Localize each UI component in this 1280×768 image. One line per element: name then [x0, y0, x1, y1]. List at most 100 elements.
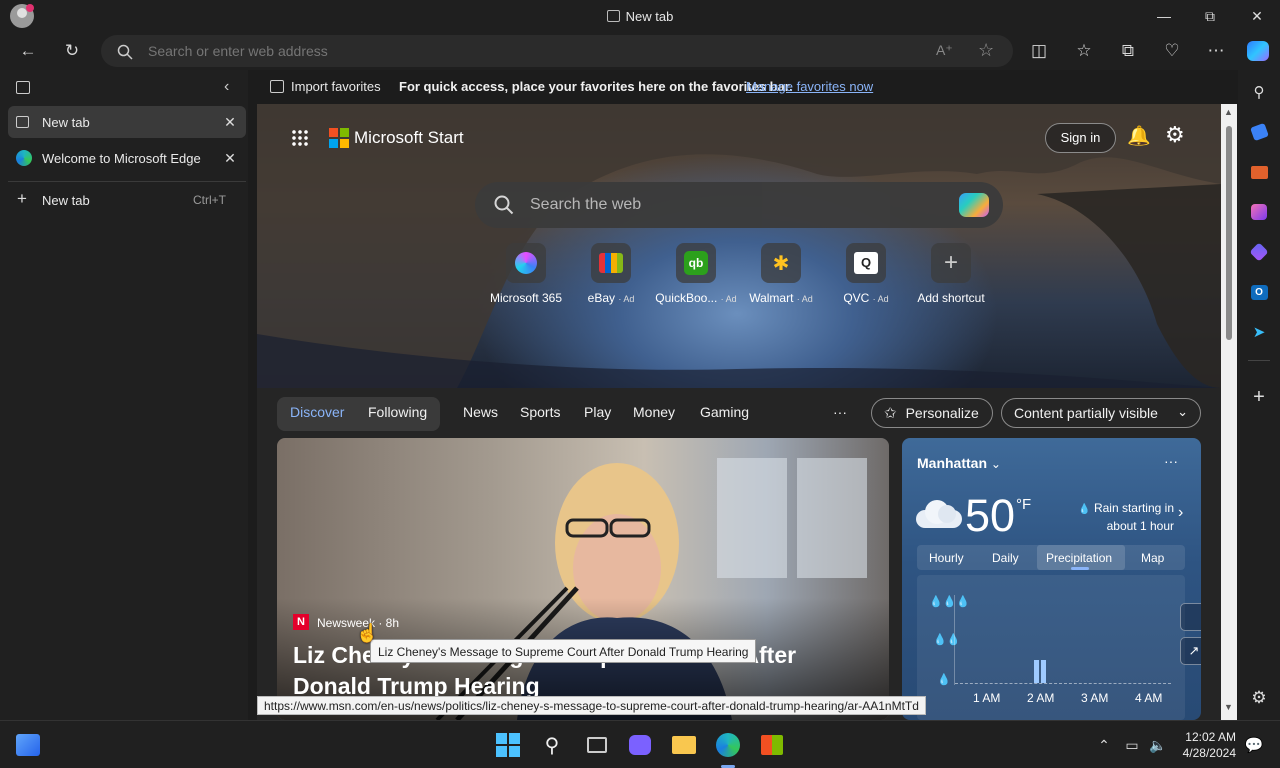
rain-alert[interactable]: 💧 Rain starting in about 1 hour — [1072, 500, 1174, 534]
window-title: New tab — [0, 9, 1280, 24]
apps-launcher-icon[interactable] — [291, 129, 309, 147]
web-search-box[interactable]: Search the web — [475, 182, 1003, 228]
personalize-button[interactable]: ✩ Personalize — [871, 398, 993, 428]
clock-time: 12:02 AM — [1185, 730, 1236, 744]
weather-tab-map[interactable]: Map — [1141, 551, 1164, 565]
page-scrollbar[interactable]: ▲ ▼ — [1221, 104, 1237, 720]
more-tabs-button[interactable]: ··· — [833, 404, 847, 420]
volume-icon[interactable]: 🔈 — [1144, 731, 1172, 759]
add-sidebar-app-icon[interactable]: + — [1247, 385, 1271, 409]
shortcut-ad-tag: · Ad — [618, 294, 635, 304]
shortcut-add[interactable]: + Add shortcut — [901, 243, 1001, 305]
microsoft-store-icon[interactable] — [758, 731, 786, 759]
scroll-up-arrow-icon[interactable]: ▲ — [1224, 107, 1233, 117]
copilot-icon[interactable] — [1244, 37, 1272, 65]
back-arrow-icon[interactable]: ← — [14, 37, 42, 65]
settings-more-icon[interactable]: ⋯ — [1202, 37, 1230, 65]
close-window-button[interactable]: ✕ — [1234, 0, 1280, 32]
refresh-icon[interactable]: ↻ — [58, 37, 86, 65]
weather-card[interactable]: Manhattan ⌄ ··· 50 °F 💧 Rain starting in… — [902, 438, 1201, 720]
network-icon[interactable]: ▭ — [1118, 731, 1146, 759]
collections-icon[interactable]: ⧉ — [1114, 37, 1142, 65]
start-windows-icon[interactable] — [494, 731, 522, 759]
manage-favorites-link[interactable]: Manage favorites now — [746, 79, 873, 94]
notification-center-icon[interactable]: 💬 — [1240, 731, 1268, 759]
import-icon — [270, 80, 284, 93]
feed-navigation: Discover Following News Sports Play Mone… — [257, 388, 1221, 438]
page-settings-gear-icon[interactable]: ⚙ — [1165, 122, 1185, 148]
tab-discover[interactable]: Discover — [290, 404, 344, 420]
tab-sports[interactable]: Sports — [520, 404, 560, 420]
sidebar-search-icon[interactable]: ⚲ — [1247, 80, 1271, 104]
mouse-cursor-hand-icon: ☝ — [356, 623, 379, 643]
sign-in-button[interactable]: Sign in — [1045, 123, 1116, 153]
tab-following[interactable]: Following — [368, 404, 427, 420]
favorites-icon[interactable]: ☆ — [1070, 37, 1098, 65]
shopping-tag-icon[interactable] — [1247, 120, 1271, 144]
weather-temperature: 50 — [965, 490, 1016, 541]
tab-page-icon — [606, 10, 620, 22]
address-bar[interactable]: A⁺ ☆ — [101, 35, 1013, 67]
edge-logo-icon — [16, 150, 32, 166]
copilot-sidebar-icon[interactable] — [1247, 240, 1271, 264]
read-aloud-icon[interactable]: A⁺ — [936, 42, 953, 59]
new-tab-button[interactable]: + New tab Ctrl+T — [8, 184, 246, 216]
weather-tab-hourly[interactable]: Hourly — [929, 551, 964, 565]
weather-tab-precipitation[interactable]: Precipitation — [1046, 551, 1112, 565]
copilot-search-icon[interactable] — [959, 193, 989, 217]
top-story-card[interactable]: N Newsweek · 8h Liz Cheney's Message to … — [277, 438, 889, 720]
time-label: 3 AM — [1081, 691, 1109, 705]
notifications-bell-icon[interactable]: 🔔 — [1127, 124, 1151, 148]
outlook-icon[interactable]: O — [1247, 280, 1271, 304]
microsoft-logo-icon — [329, 128, 349, 148]
new-tab-label: New tab — [42, 192, 90, 208]
snapshot-icon[interactable] — [1180, 603, 1201, 631]
sidebar-settings-icon[interactable]: ⚙ — [1247, 686, 1271, 710]
clock[interactable]: 12:02 AM 4/28/2024 — [1176, 729, 1236, 761]
widgets-icon[interactable] — [14, 731, 42, 759]
favorite-star-icon[interactable]: ☆ — [978, 40, 994, 61]
import-favorites-button[interactable]: Import favorites — [270, 79, 381, 94]
split-screen-icon[interactable]: ◫ — [1025, 37, 1053, 65]
show-hidden-icons-chevron-icon[interactable]: ⌃ — [1090, 731, 1118, 759]
minimize-button[interactable]: — — [1141, 0, 1187, 32]
task-view-icon[interactable] — [583, 731, 611, 759]
expand-icon[interactable]: ↗ — [1180, 637, 1201, 665]
close-tab-icon[interactable]: ✕ — [222, 150, 238, 166]
shortcut-label: QVC — [843, 291, 870, 305]
chevron-right-icon[interactable]: › — [1178, 504, 1183, 522]
taskbar-search-icon[interactable]: ⚲ — [538, 731, 566, 759]
close-tab-icon[interactable]: ✕ — [222, 114, 238, 130]
weather-more-options[interactable]: ··· — [1164, 453, 1178, 469]
walmart-icon: ✱ — [761, 243, 801, 283]
send-drop-icon[interactable]: ➤ — [1247, 320, 1271, 344]
search-placeholder: Search the web — [530, 196, 642, 213]
tab-gaming[interactable]: Gaming — [700, 404, 749, 420]
teams-chat-icon[interactable] — [626, 731, 654, 759]
brand-title[interactable]: Microsoft Start — [354, 128, 464, 148]
tab-news[interactable]: News — [463, 404, 498, 420]
scroll-down-arrow-icon[interactable]: ▼ — [1224, 702, 1233, 712]
browser-essentials-icon[interactable]: ♡ — [1158, 37, 1186, 65]
tools-briefcase-icon[interactable] — [1247, 160, 1271, 184]
address-input[interactable] — [148, 35, 908, 67]
file-explorer-icon[interactable] — [670, 731, 698, 759]
tab-actions-icon[interactable] — [16, 81, 30, 94]
hero-background: Microsoft Start Sign in 🔔 ⚙ Search the w… — [257, 104, 1221, 388]
edge-taskbar-icon[interactable] — [714, 731, 742, 759]
vertical-tab-welcome[interactable]: Welcome to Microsoft Edge ✕ — [8, 142, 246, 174]
weather-location-text: Manhattan — [917, 455, 987, 471]
shortcut-label: Add shortcut — [917, 291, 985, 305]
content-visibility-dropdown[interactable]: Content partially visible ⌄ — [1001, 398, 1201, 428]
vertical-tab-new-tab[interactable]: New tab ✕ — [8, 106, 246, 138]
games-icon[interactable] — [1247, 200, 1271, 224]
weather-location[interactable]: Manhattan ⌄ — [917, 455, 1001, 471]
restore-button[interactable]: ⧉ — [1187, 0, 1233, 32]
collapse-pane-icon[interactable]: ‹ — [224, 78, 229, 96]
microsoft-365-icon — [506, 243, 546, 283]
tab-money[interactable]: Money — [633, 404, 675, 420]
tab-play[interactable]: Play — [584, 404, 611, 420]
scrollbar-thumb[interactable] — [1226, 126, 1232, 340]
weather-tab-daily[interactable]: Daily — [992, 551, 1019, 565]
favorites-bar-message: For quick access, place your favorites h… — [399, 79, 793, 94]
